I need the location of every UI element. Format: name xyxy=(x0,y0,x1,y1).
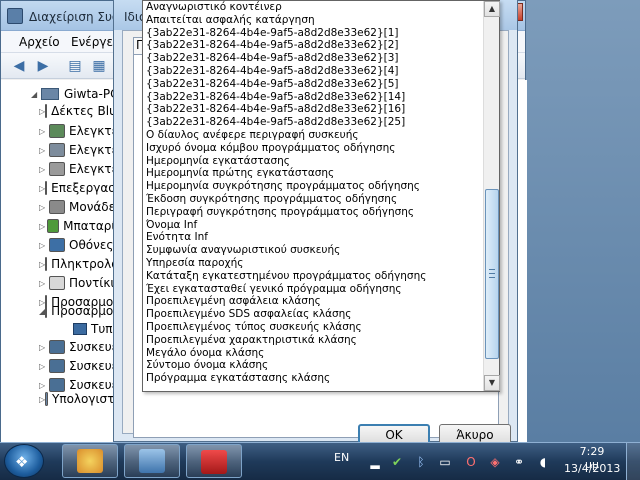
processor-icon xyxy=(45,181,48,195)
device-icon xyxy=(49,359,65,373)
dropdown-option[interactable]: {3ab22e31-8264-4b4e-9af5-a8d2d8e33e62}[5… xyxy=(143,78,484,91)
dropdown-option[interactable]: {3ab22e31-8264-4b4e-9af5-a8d2d8e33e62}[2… xyxy=(143,39,484,52)
grip-icon xyxy=(489,269,495,278)
taskbar-paint[interactable] xyxy=(62,444,118,478)
controller-icon xyxy=(49,143,65,157)
volume-icon[interactable]: ◖ xyxy=(536,455,550,469)
properties-icon[interactable]: ▦ xyxy=(91,58,107,74)
bluetooth-icon xyxy=(45,104,48,118)
language-indicator[interactable]: EN xyxy=(334,451,349,464)
dropdown-option[interactable]: {3ab22e31-8264-4b4e-9af5-a8d2d8e33e62}[1… xyxy=(143,91,484,104)
dropdown-option[interactable]: Έκδοση συγκρότησης προγράμματος οδήγησης xyxy=(143,193,484,206)
dropdown-option[interactable]: Προεπιλεγμένο SDS ασφαλείας κλάσης xyxy=(143,308,484,321)
expand-arrow-icon[interactable]: ▷ xyxy=(39,165,49,174)
scroll-up-arrow-icon[interactable]: ▲ xyxy=(484,1,500,17)
dropdown-option[interactable]: Ενότητα Inf xyxy=(143,231,484,244)
dropdown-option[interactable]: Περιγραφή συγκρότησης προγράμματος οδήγη… xyxy=(143,206,484,219)
dropdown-option[interactable]: Σύντομο όνομα κλάσης xyxy=(143,359,484,372)
dropdown-option[interactable]: Προεπιλεγμένη ασφάλεια κλάσης xyxy=(143,295,484,308)
dropdown-option[interactable]: Προεπιλεγμένος τύπος συσκευής κλάσης xyxy=(143,321,484,334)
expand-arrow-icon[interactable]: ▷ xyxy=(39,343,49,352)
signal-icon[interactable]: ▂ xyxy=(368,455,382,469)
controller-icon xyxy=(49,124,65,138)
opera-icon[interactable]: O xyxy=(464,455,478,469)
dropdown-option[interactable]: Απαιτείται ασφαλής κατάργηση xyxy=(143,14,484,27)
monitor-icon[interactable]: ▭ xyxy=(438,455,452,469)
expand-arrow-icon[interactable]: ▷ xyxy=(39,241,49,250)
scroll-thumb[interactable] xyxy=(485,189,499,359)
desktop-background xyxy=(526,0,640,442)
windows-logo-icon: ❖ xyxy=(15,453,29,471)
computer-icon xyxy=(45,392,49,406)
back-arrow-icon[interactable]: ◀ xyxy=(11,58,27,74)
monitor-icon xyxy=(49,238,65,252)
dropdown-option[interactable]: Προεπιλεγμένα χαρακτηριστικά κλάσης xyxy=(143,334,484,347)
dropdown-option[interactable]: Ισχυρό όνομα κόμβου προγράμματος οδήγηση… xyxy=(143,142,484,155)
collapse-arrow-icon[interactable]: ◢ xyxy=(31,90,41,99)
clock-date[interactable]: 13/4/2013 xyxy=(564,462,620,475)
battery-icon xyxy=(46,219,60,233)
dropdown-option[interactable]: Υπηρεσία παροχής xyxy=(143,257,484,270)
tree-root-label: Giwta-PC xyxy=(64,87,119,101)
dropdown-option[interactable]: Ημερομηνία συγκρότησης προγράμματος οδήγ… xyxy=(143,180,484,193)
toolbox-icon xyxy=(201,450,227,474)
mouse-icon xyxy=(49,276,65,290)
expand-arrow-icon[interactable]: ▷ xyxy=(39,222,47,231)
forward-arrow-icon[interactable]: ▶ xyxy=(35,58,51,74)
dropdown-option[interactable]: Ο δίαυλος ανέφερε περιγραφή συσκευής xyxy=(143,129,484,142)
taskbar-toolbox[interactable] xyxy=(186,444,242,478)
scroll-down-arrow-icon[interactable]: ▼ xyxy=(484,375,500,391)
dropdown-option[interactable]: Ημερομηνία εγκατάστασης xyxy=(143,155,484,168)
device-icon xyxy=(49,340,65,354)
dropdown-option[interactable]: Έχει εγκατασταθεί γενικό πρόγραμμα οδήγη… xyxy=(143,283,484,296)
tree-item-label: Τυπ xyxy=(91,322,113,336)
menu-file[interactable]: Αρχείο xyxy=(19,35,60,49)
dropdown-option[interactable]: {3ab22e31-8264-4b4e-9af5-a8d2d8e33e62}[2… xyxy=(143,116,484,129)
tree-root[interactable]: ◢ Giwta-PC xyxy=(31,86,118,102)
paint-icon xyxy=(77,449,103,473)
sync-icon[interactable]: ✔ xyxy=(390,455,404,469)
expand-arrow-icon[interactable]: ▷ xyxy=(39,203,49,212)
show-hide-tree-icon[interactable]: ▤ xyxy=(67,58,83,74)
dropdown-option[interactable]: Πρόγραμμα εγκατάστασης κλάσης xyxy=(143,372,484,385)
computer-icon xyxy=(41,88,59,100)
dropdown-option[interactable]: Συμφωνία αναγνωριστικού συσκευής xyxy=(143,244,484,257)
taskbar-device-manager[interactable] xyxy=(124,444,180,478)
expand-arrow-icon[interactable]: ▷ xyxy=(39,127,49,136)
usb-icon xyxy=(49,162,65,176)
dropdown-option[interactable]: {3ab22e31-8264-4b4e-9af5-a8d2d8e33e62}[1… xyxy=(143,27,484,40)
tree-item-label: Οθόνες xyxy=(69,238,114,252)
antivirus-icon[interactable]: ◈ xyxy=(488,455,502,469)
expand-arrow-icon[interactable]: ▷ xyxy=(39,362,49,371)
bluetooth-icon[interactable]: ᛒ xyxy=(414,455,428,469)
device-icon xyxy=(73,323,87,335)
property-dropdown-list[interactable]: Αναγνωριστικό κοντέινερ Απαιτείται ασφαλή… xyxy=(142,0,500,392)
expand-arrow-icon[interactable]: ▷ xyxy=(39,146,49,155)
expand-arrow-icon[interactable]: ▷ xyxy=(39,279,49,288)
scrollbar[interactable]: ▲ ▼ xyxy=(483,1,500,391)
dropdown-option[interactable]: {3ab22e31-8264-4b4e-9af5-a8d2d8e33e62}[3… xyxy=(143,52,484,65)
option-list: Αναγνωριστικό κοντέινερ Απαιτείται ασφαλή… xyxy=(143,1,484,391)
dropdown-option[interactable]: {3ab22e31-8264-4b4e-9af5-a8d2d8e33e62}[1… xyxy=(143,103,484,116)
dropdown-option[interactable]: {3ab22e31-8264-4b4e-9af5-a8d2d8e33e62}[4… xyxy=(143,65,484,78)
device-manager-icon xyxy=(139,449,165,473)
dropdown-option[interactable]: Ημερομηνία πρώτης εγκατάστασης xyxy=(143,167,484,180)
dropdown-option[interactable]: Μεγάλο όνομα κλάσης xyxy=(143,347,484,360)
network-icon[interactable]: ⚭ xyxy=(512,455,526,469)
dropdown-option[interactable]: Όνομα Inf xyxy=(143,219,484,232)
dropdown-option[interactable]: Κατάταξη εγκατεστημένου προγράμματος οδή… xyxy=(143,270,484,283)
expand-arrow-icon[interactable]: ▷ xyxy=(39,381,49,390)
dropdown-option[interactable]: Αναγνωριστικό κοντέινερ xyxy=(143,1,484,14)
show-desktop-button[interactable] xyxy=(626,443,640,480)
tree-child-item[interactable]: Τυπ xyxy=(73,320,113,338)
keyboard-icon xyxy=(45,257,48,271)
device-manager-icon xyxy=(7,8,23,24)
disk-icon xyxy=(49,200,65,214)
adapter-icon xyxy=(45,304,48,318)
